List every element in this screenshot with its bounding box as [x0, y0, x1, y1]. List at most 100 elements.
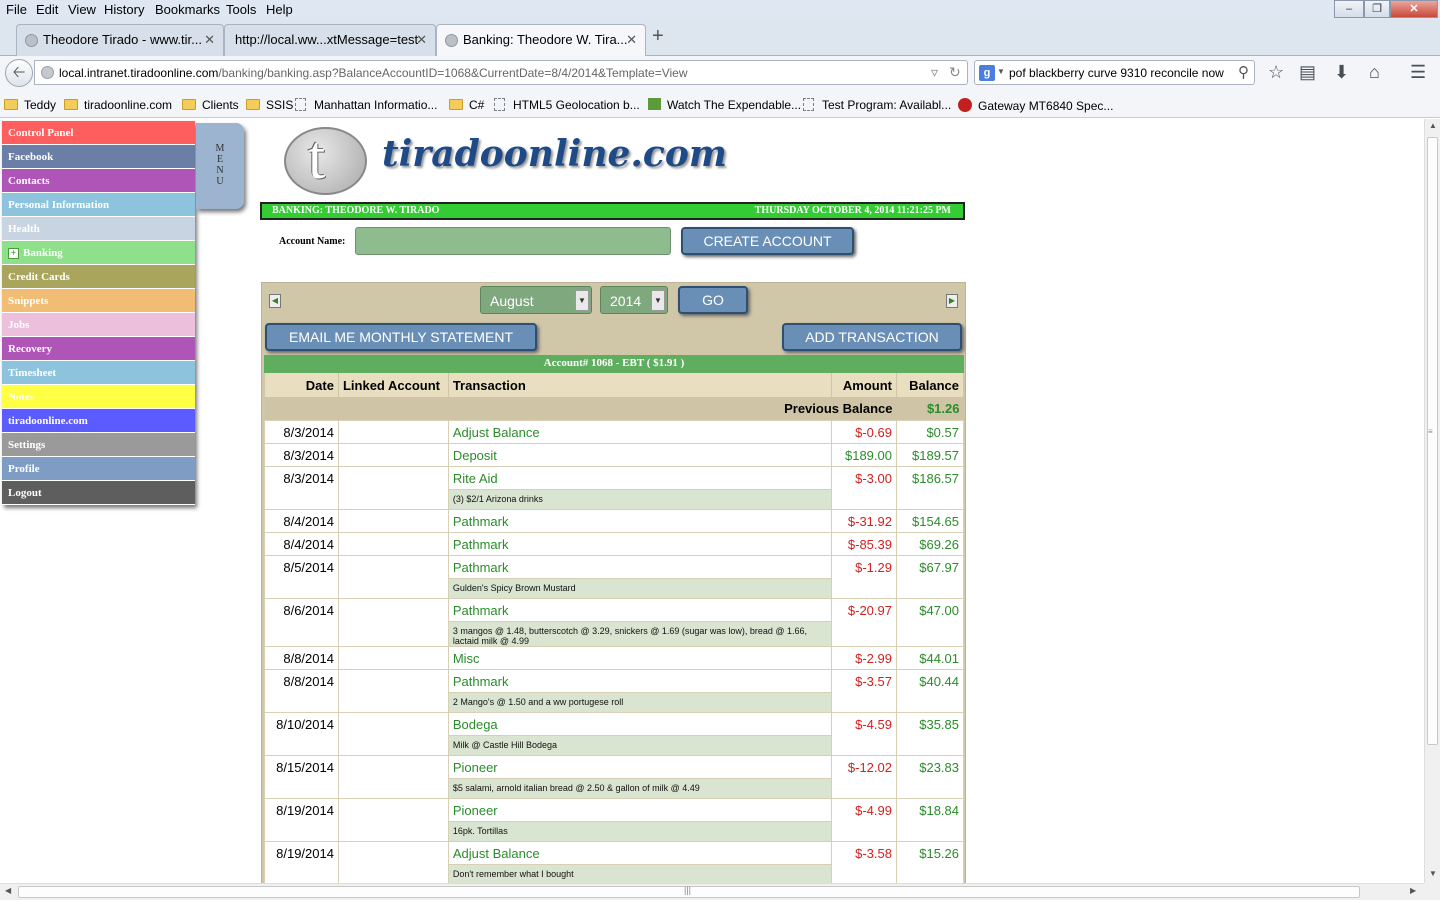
site-logo[interactable]: t: [284, 124, 367, 195]
sidebar-item-banking[interactable]: + Banking: [2, 241, 195, 265]
reading-list-icon[interactable]: ▤: [1299, 62, 1316, 83]
transaction-link[interactable]: Deposit: [447, 442, 833, 467]
bookmark-ssis[interactable]: SSIS: [246, 98, 293, 112]
dropdown-arrow-icon[interactable]: ▿: [931, 64, 938, 81]
menu-toggle-tab[interactable]: M E N U: [196, 123, 244, 209]
add-transaction-button[interactable]: ADD TRANSACTION: [782, 323, 962, 351]
sidebar-item-profile[interactable]: Profile: [2, 457, 195, 481]
tab-close-icon[interactable]: ✕: [626, 25, 637, 55]
home-icon[interactable]: ⌂: [1369, 62, 1380, 83]
menu-edit[interactable]: Edit: [36, 2, 58, 17]
sidebar-item-facebook[interactable]: Facebook: [2, 145, 195, 169]
sidebar-item-tiradoonline-com[interactable]: tiradoonline.com: [2, 409, 195, 433]
transaction-row[interactable]: 8/3/2014 Deposit $189.00 $189.57: [264, 442, 965, 467]
transaction-link[interactable]: Adjust Balance: [447, 419, 833, 444]
minimize-button[interactable]: –: [1334, 0, 1364, 18]
bookmark-teddy[interactable]: Teddy: [4, 98, 56, 112]
tab-close-icon[interactable]: ✕: [204, 25, 215, 55]
scroll-left-icon[interactable]: ◀: [5, 886, 11, 895]
back-button[interactable]: 🡠: [5, 59, 33, 87]
bookmark-manhattan[interactable]: Manhattan Informatio...: [295, 98, 437, 112]
transaction-link[interactable]: Pathmark: [447, 668, 833, 693]
transaction-row[interactable]: 8/19/2014 Pioneer $-4.99 $18.84: [264, 797, 965, 842]
maximize-button[interactable]: ❐: [1364, 0, 1390, 18]
transaction-link[interactable]: Bodega: [447, 711, 833, 736]
column-header-amount[interactable]: Amount: [831, 373, 897, 397]
next-month-icon[interactable]: ▶: [946, 294, 958, 308]
horizontal-scrollbar[interactable]: ◀ ||| ▶: [0, 883, 1424, 900]
menu-help[interactable]: Help: [266, 2, 293, 17]
transaction-row[interactable]: 8/8/2014 Pathmark $-3.57 $40.44: [264, 668, 965, 713]
transaction-row[interactable]: 8/6/2014 Pathmark $-20.97 $47.00: [264, 597, 965, 647]
email-monthly-statement-button[interactable]: EMAIL ME MONTHLY STATEMENT: [265, 323, 537, 351]
column-header-balance[interactable]: Balance: [896, 373, 965, 397]
bookmark-test-program[interactable]: Test Program: Availabl...: [803, 98, 951, 112]
bookmark-tiradoonline[interactable]: tiradoonline.com: [64, 98, 172, 112]
menu-history[interactable]: History: [104, 2, 144, 17]
sidebar-item-snippets[interactable]: Snippets: [2, 289, 195, 313]
sidebar-item-jobs[interactable]: Jobs: [2, 313, 195, 337]
transaction-row[interactable]: 8/4/2014 Pathmark $-31.92 $154.65: [264, 508, 965, 533]
transaction-link[interactable]: Pathmark: [447, 597, 833, 622]
transaction-link[interactable]: Pathmark: [447, 508, 833, 533]
reload-icon[interactable]: ↻: [949, 64, 961, 81]
transaction-row[interactable]: 8/8/2014 Misc $-2.99 $44.01: [264, 645, 965, 670]
scroll-down-icon[interactable]: ▼: [1429, 869, 1437, 878]
transaction-row[interactable]: 8/3/2014 Rite Aid $-3.00 $186.57: [264, 465, 965, 510]
create-account-button[interactable]: CREATE ACCOUNT: [681, 227, 854, 255]
tab-banking[interactable]: Banking: Theodore W. Tira... ✕: [436, 24, 646, 57]
tab-theodore-tirado[interactable]: Theodore Tirado - www.tir... ✕: [16, 24, 224, 56]
tab-close-icon[interactable]: ✕: [416, 25, 427, 55]
column-header-date[interactable]: Date: [264, 373, 339, 397]
sidebar-item-health[interactable]: Health: [2, 217, 195, 241]
transaction-row[interactable]: 8/10/2014 Bodega $-4.59 $35.85: [264, 711, 965, 756]
sidebar-item-settings[interactable]: Settings: [2, 433, 195, 457]
sidebar-item-timesheet[interactable]: Timesheet: [2, 361, 195, 385]
year-select[interactable]: 2014 ▼: [600, 286, 668, 314]
site-identity-icon[interactable]: [41, 66, 54, 79]
downloads-icon[interactable]: ⬇: [1334, 62, 1349, 83]
transaction-row[interactable]: 8/3/2014 Adjust Balance $-0.69 $0.57: [264, 419, 965, 444]
search-icon[interactable]: ⚲: [1238, 63, 1249, 81]
transaction-link[interactable]: Misc: [447, 645, 833, 670]
menu-bookmarks[interactable]: Bookmarks: [155, 2, 220, 17]
sidebar-item-contacts[interactable]: Contacts: [2, 169, 195, 193]
vertical-scroll-thumb[interactable]: [1427, 137, 1438, 745]
scroll-up-icon[interactable]: ▲: [1429, 121, 1437, 130]
menu-file[interactable]: File: [6, 2, 27, 17]
bookmark-star-icon[interactable]: ☆: [1268, 62, 1284, 83]
tab-local-message[interactable]: http://local.ww...xtMessage=test ✕: [224, 24, 436, 56]
new-tab-icon[interactable]: +: [652, 25, 664, 48]
previous-month-icon[interactable]: ◀: [269, 294, 281, 308]
bookmark-csharp[interactable]: C#: [449, 98, 484, 112]
vertical-scrollbar[interactable]: ▲ ≡ ▼: [1424, 119, 1440, 883]
sidebar-item-credit-cards[interactable]: Credit Cards: [2, 265, 195, 289]
month-select[interactable]: August ▼: [480, 286, 592, 314]
hamburger-menu-icon[interactable]: ☰: [1410, 62, 1426, 83]
transaction-link[interactable]: Pioneer: [447, 754, 833, 779]
transaction-row[interactable]: 8/15/2014 Pioneer $-12.02 $23.83: [264, 754, 965, 799]
account-name-input[interactable]: [355, 227, 671, 255]
url-bar[interactable]: local.intranet.tiradoonline.com/banking/…: [34, 60, 968, 85]
sidebar-item-notes[interactable]: Notes: [2, 385, 195, 409]
sidebar-item-recovery[interactable]: Recovery: [2, 337, 195, 361]
site-logo-text[interactable]: tiradoonline.com: [382, 133, 727, 175]
bookmark-html5-geolocation[interactable]: HTML5 Geolocation b...: [494, 98, 640, 112]
column-header-transaction[interactable]: Transaction: [448, 373, 833, 397]
sidebar-item-logout[interactable]: Logout: [2, 481, 195, 505]
transaction-link[interactable]: Rite Aid: [447, 465, 833, 490]
bookmark-clients[interactable]: Clients: [182, 98, 239, 112]
expand-plus-icon[interactable]: +: [8, 248, 19, 259]
search-engine-dropdown-icon[interactable]: ▼: [997, 67, 1005, 76]
transaction-row[interactable]: 8/19/2014 Adjust Balance $-3.58 $15.26: [264, 840, 965, 883]
bookmark-gateway[interactable]: Gateway MT6840 Spec...: [958, 98, 1113, 113]
search-bar[interactable]: g ▼ pof blackberry curve 9310 reconcile …: [974, 60, 1255, 85]
menu-view[interactable]: View: [68, 2, 96, 17]
menu-tools[interactable]: Tools: [226, 2, 256, 17]
google-icon[interactable]: g: [979, 65, 995, 81]
scroll-right-icon[interactable]: ▶: [1410, 886, 1416, 895]
bookmark-expendables[interactable]: Watch The Expendable...: [648, 98, 801, 112]
transaction-link[interactable]: Pioneer: [447, 797, 833, 822]
transaction-row[interactable]: 8/4/2014 Pathmark $-85.39 $69.26: [264, 531, 965, 556]
transaction-link[interactable]: Adjust Balance: [447, 840, 833, 865]
